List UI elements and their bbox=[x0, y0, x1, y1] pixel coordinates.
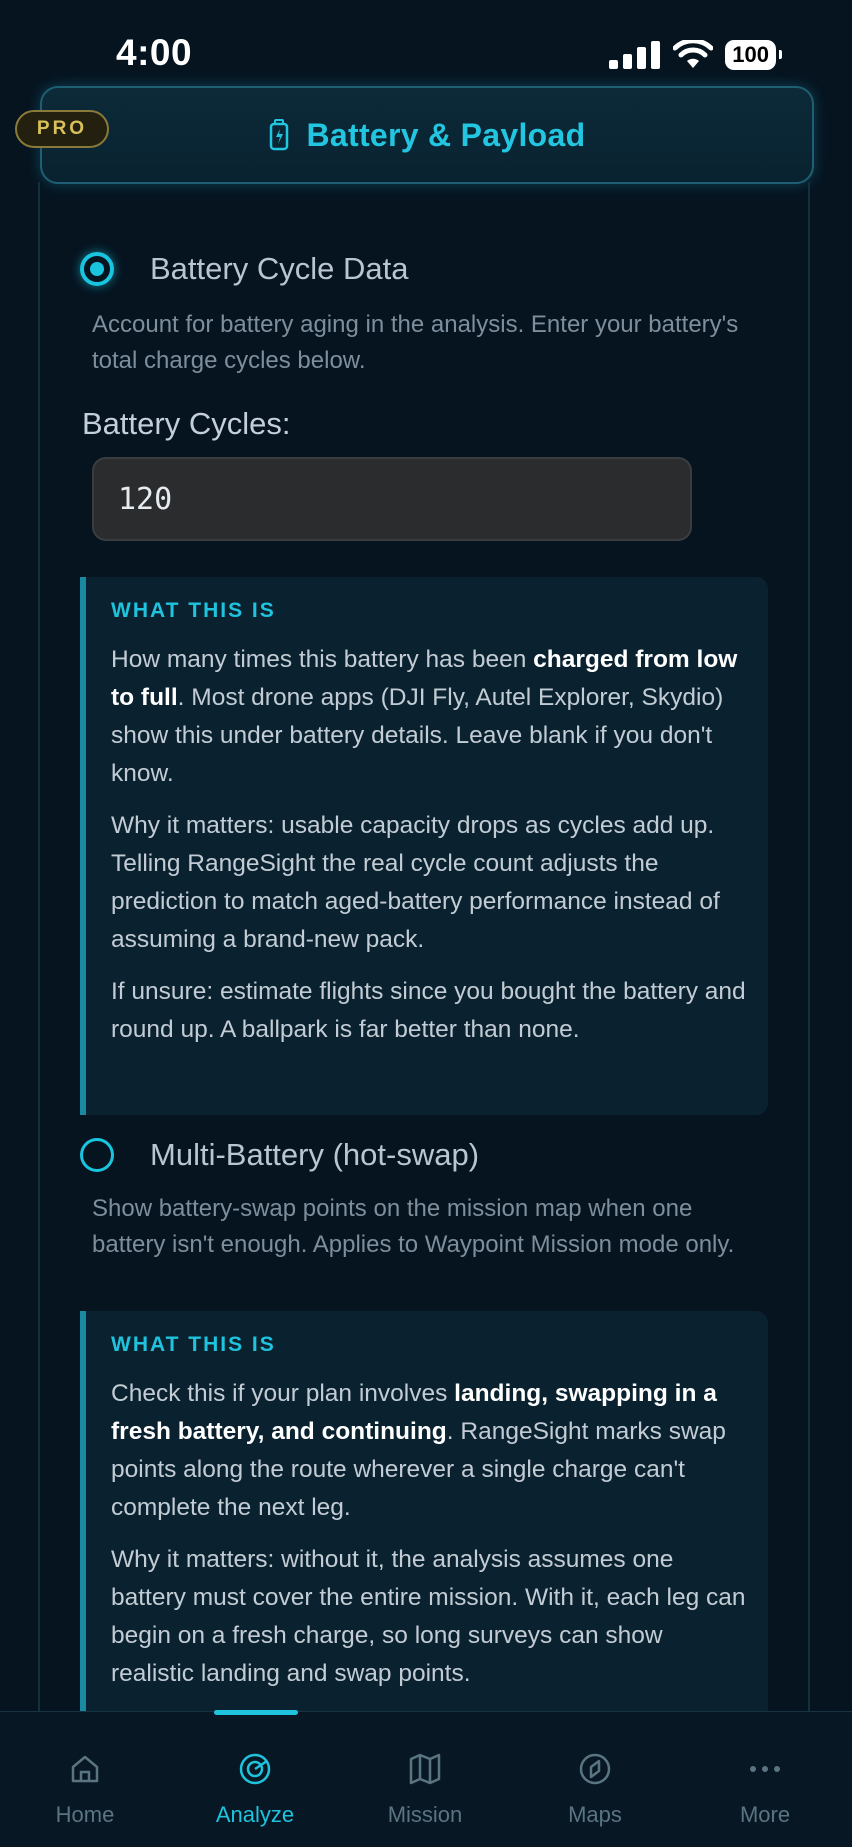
info-paragraph: How many times this battery has been cha… bbox=[111, 646, 738, 787]
map-fold-icon bbox=[407, 1750, 443, 1788]
info-paragraph: If unsure: estimate flights since you bo… bbox=[111, 978, 746, 1043]
section-header[interactable]: Battery & Payload bbox=[40, 86, 814, 184]
info-heading: WHAT THIS IS bbox=[111, 1333, 276, 1356]
multi-battery-radio[interactable] bbox=[80, 1138, 114, 1172]
compass-icon bbox=[577, 1750, 613, 1788]
multi-battery-info-box: WHAT THIS IS Check this if your plan inv… bbox=[80, 1311, 768, 1711]
battery-cycles-input[interactable]: 120 bbox=[92, 457, 692, 541]
pro-badge: PRO bbox=[15, 110, 109, 148]
battery-cycle-info-box: WHAT THIS IS How many times this battery… bbox=[80, 577, 768, 1115]
battery-cycle-label: Battery Cycle Data bbox=[150, 251, 409, 286]
tab-home[interactable]: Home bbox=[15, 1750, 155, 1828]
battery-icon bbox=[269, 119, 288, 151]
status-icons: 100 bbox=[609, 40, 782, 70]
battery-cycles-label: Battery Cycles: bbox=[82, 406, 291, 441]
tab-analyze[interactable]: Analyze bbox=[185, 1750, 325, 1828]
info-paragraph: Why it matters: usable capacity drops as… bbox=[111, 812, 720, 953]
more-dots-icon bbox=[747, 1750, 783, 1788]
multi-battery-label: Multi-Battery (hot-swap) bbox=[150, 1137, 480, 1172]
multi-battery-description: Show battery-swap points on the mission … bbox=[92, 1195, 735, 1258]
status-bar: 4:00 100 bbox=[0, 0, 852, 100]
battery-cycle-radio[interactable] bbox=[80, 252, 114, 286]
multi-battery-option[interactable]: Multi-Battery (hot-swap) bbox=[80, 1137, 479, 1173]
battery-indicator: 100 bbox=[725, 40, 782, 70]
home-icon bbox=[68, 1750, 102, 1788]
info-paragraph: Why it matters: without it, the analysis… bbox=[111, 1546, 746, 1687]
status-time: 4:00 bbox=[116, 32, 193, 73]
page-title: Battery & Payload bbox=[306, 116, 586, 153]
battery-cycle-option[interactable]: Battery Cycle Data bbox=[80, 251, 408, 287]
wifi-icon bbox=[673, 40, 714, 68]
tab-more[interactable]: More bbox=[695, 1750, 835, 1828]
tab-maps[interactable]: Maps bbox=[525, 1750, 665, 1828]
info-paragraph: Check this if your plan involves landing… bbox=[111, 1380, 726, 1521]
analyze-icon bbox=[237, 1750, 273, 1788]
info-heading: WHAT THIS IS bbox=[111, 599, 276, 622]
signal-icon bbox=[609, 41, 661, 69]
tab-mission[interactable]: Mission bbox=[355, 1750, 495, 1828]
tab-bar: Home Analyze Mission Maps More bbox=[0, 1710, 852, 1847]
active-tab-indicator bbox=[214, 1710, 298, 1715]
battery-cycle-description: Account for battery aging in the analysi… bbox=[92, 311, 739, 374]
